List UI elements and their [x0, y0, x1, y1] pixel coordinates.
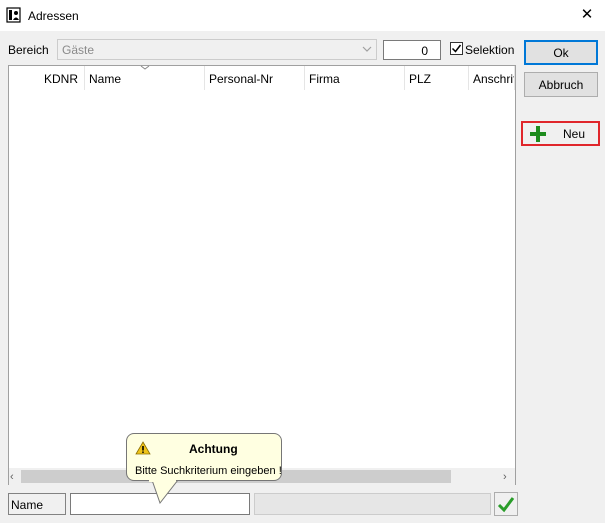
- chevron-down-icon: [362, 46, 372, 52]
- column-header-firma[interactable]: Firma: [305, 66, 405, 90]
- neu-button-label: Neu: [563, 127, 586, 141]
- selektion-label: Selektion: [465, 43, 515, 57]
- confirm-button[interactable]: [494, 492, 518, 516]
- address-book-icon: [6, 7, 21, 23]
- column-header-anschrift[interactable]: Anschrift: [469, 66, 515, 90]
- neu-button[interactable]: Neu: [521, 121, 600, 146]
- checkmark-icon: [497, 497, 515, 513]
- ok-button[interactable]: Ok: [524, 40, 598, 65]
- sort-indicator-icon: [140, 65, 150, 70]
- abbruch-button[interactable]: Abbruch: [524, 72, 598, 97]
- tooltip-pointer: [151, 480, 178, 504]
- address-table[interactable]: KDNR Name Personal-Nr Firma PLZ Anschrif…: [8, 65, 516, 485]
- warning-tooltip: Achtung Bitte Suchkriterium eingeben !: [126, 433, 282, 481]
- selektion-checkbox[interactable]: [450, 42, 463, 55]
- title-bar: Adressen ✕: [0, 0, 605, 31]
- warning-icon: [135, 441, 151, 455]
- checkbox-check-icon: [451, 44, 462, 53]
- column-header-name[interactable]: Name: [85, 65, 205, 90]
- tooltip-message: Bitte Suchkriterium eingeben !: [135, 465, 282, 477]
- count-field[interactable]: 0: [383, 40, 441, 60]
- tooltip-join: [149, 480, 176, 482]
- window-title: Adressen: [28, 9, 79, 23]
- tooltip-title: Achtung: [189, 442, 238, 456]
- close-icon[interactable]: ✕: [578, 6, 596, 24]
- column-header-personal-nr[interactable]: Personal-Nr: [205, 66, 305, 90]
- bereich-combobox[interactable]: Gäste: [57, 39, 377, 60]
- column-header-kdnr[interactable]: KDNR: [9, 66, 85, 90]
- scroll-right-icon[interactable]: ›: [503, 471, 507, 483]
- status-field: [254, 493, 491, 515]
- plus-icon: [530, 126, 546, 142]
- bereich-value: Gäste: [62, 43, 95, 57]
- column-header-plz[interactable]: PLZ: [405, 66, 469, 90]
- column-header-name-label: Name: [89, 72, 122, 86]
- search-name-label: Name: [8, 493, 66, 515]
- scroll-left-icon[interactable]: ‹: [10, 471, 14, 483]
- bereich-label: Bereich: [8, 43, 49, 57]
